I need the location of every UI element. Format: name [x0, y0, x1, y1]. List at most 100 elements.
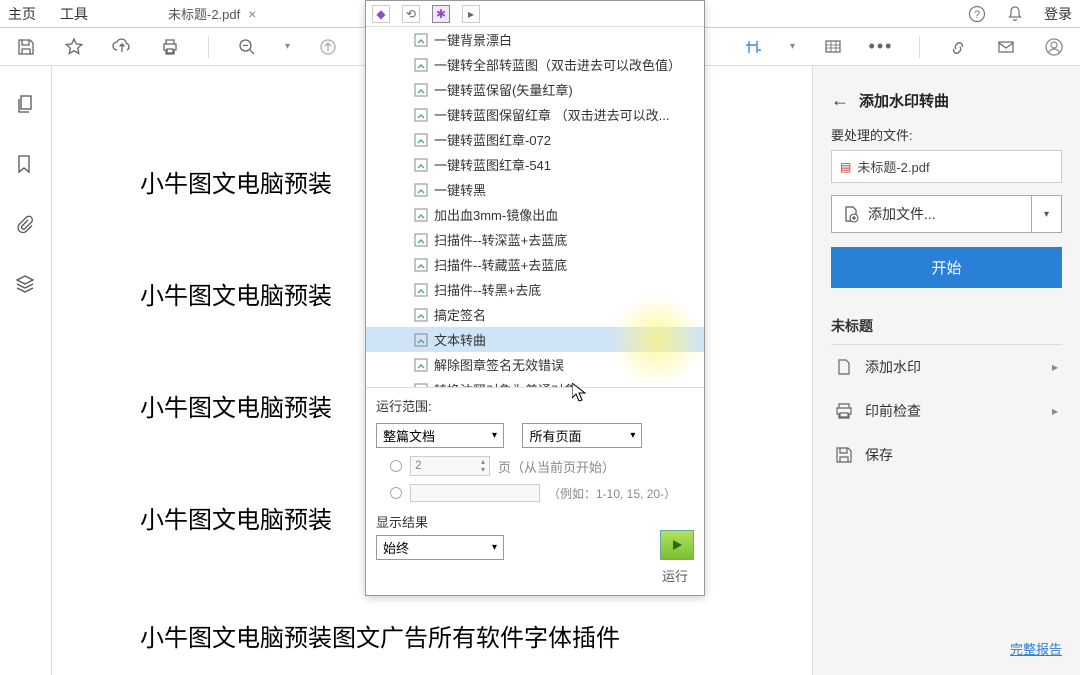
fixup-item[interactable]: 一键转蓝图保留红章 （双击进去可以改...: [366, 102, 704, 127]
bell-icon[interactable]: [1006, 5, 1024, 23]
action-add-watermark[interactable]: 添加水印 ▸: [831, 345, 1062, 389]
chevron-right-icon: ▸: [1052, 360, 1058, 374]
result-label: 显示结果: [376, 512, 650, 531]
tab-home[interactable]: 主页: [8, 4, 36, 24]
fixup-item-label: 一键背景漂白: [434, 30, 512, 49]
page-range-input[interactable]: [410, 484, 540, 502]
page-text-line: 小牛图文电脑预装: [140, 164, 332, 199]
pages-select[interactable]: 所有页面▾: [522, 423, 642, 448]
document-icon: [835, 358, 853, 376]
fixup-item[interactable]: 一键转黑: [366, 177, 704, 202]
popup-nav-prev[interactable]: ◆: [372, 5, 390, 23]
up-arrow-icon[interactable]: [318, 37, 338, 57]
popup-nav-refresh[interactable]: ⟲: [402, 5, 420, 23]
fixup-item-label: 搞定签名: [434, 305, 486, 324]
fixup-item[interactable]: 扫描件--转深蓝+去蓝底: [366, 227, 704, 252]
add-file-icon: [842, 205, 860, 223]
popup-nav-next[interactable]: ▸: [462, 5, 480, 23]
page-count-radio[interactable]: [390, 460, 402, 472]
run-label: 运行: [376, 566, 694, 585]
fixup-item-label: 扫描件--转深蓝+去蓝底: [434, 230, 567, 249]
cloud-upload-icon[interactable]: [112, 37, 132, 57]
close-icon[interactable]: ×: [248, 6, 256, 22]
fixup-item[interactable]: 文本转曲: [366, 327, 704, 352]
files-label: 要处理的文件:: [831, 125, 1062, 144]
fixup-item-label: 一键转蓝图红章-072: [434, 130, 551, 149]
fixup-list[interactable]: 一键背景漂白一键转全部转蓝图（双击进去可以改色值） 一键转蓝保留(矢量红章) 一键转…: [366, 27, 704, 387]
fixup-item-label: 加出血3mm-镜像出血: [434, 205, 558, 224]
save-icon: [835, 446, 853, 464]
star-icon[interactable]: [64, 37, 84, 57]
start-button[interactable]: 开始: [831, 247, 1062, 288]
grid-icon[interactable]: [823, 37, 843, 57]
back-arrow-icon[interactable]: ←: [831, 90, 849, 111]
fixup-item[interactable]: 一键背景漂白: [366, 27, 704, 52]
fixup-item-label: 文本转曲: [434, 330, 486, 349]
page-range-radio[interactable]: [390, 487, 402, 499]
attachment-icon[interactable]: [15, 214, 37, 236]
page-text-line: 小牛图文电脑预装图文广告所有软件字体插件: [140, 618, 620, 653]
pages-icon[interactable]: [15, 94, 37, 116]
section-header: 未标题: [831, 316, 1062, 345]
page-text-line: 小牛图文电脑预装: [140, 276, 332, 311]
fixup-item[interactable]: 一键转蓝保留(矢量红章): [366, 77, 704, 102]
fixup-item-label: 解除图章签名无效错误: [434, 355, 564, 374]
fixup-item[interactable]: 扫描件--转黑+去底: [366, 277, 704, 302]
preflight-popup: ◆ ⟲ ✱ ▸ 一键背景漂白一键转全部转蓝图（双击进去可以改色值） 一键转蓝保留(…: [365, 0, 705, 596]
fixup-item[interactable]: 转换注释对象为普通对象: [366, 377, 704, 387]
fixup-item[interactable]: 一键转全部转蓝图（双击进去可以改色值）: [366, 52, 704, 77]
link-icon[interactable]: [948, 37, 968, 57]
fixup-item[interactable]: 扫描件--转藏蓝+去蓝底: [366, 252, 704, 277]
fixup-item-label: 一键转蓝保留(矢量红章): [434, 80, 573, 99]
page-text-line: 小牛图文电脑预装: [140, 388, 332, 423]
fixup-item[interactable]: 一键转蓝图红章-072: [366, 127, 704, 152]
login-button[interactable]: 登录: [1044, 4, 1072, 24]
action-save[interactable]: 保存: [831, 433, 1062, 477]
add-file-dropdown[interactable]: ▾: [1032, 195, 1062, 233]
crop-icon[interactable]: [742, 37, 762, 57]
popup-toolbar: ◆ ⟲ ✱ ▸: [366, 1, 704, 27]
result-select[interactable]: 始终▾: [376, 535, 504, 560]
file-name: 未标题-2.pdf: [857, 157, 929, 176]
popup-nav-settings[interactable]: ✱: [432, 5, 450, 23]
help-icon[interactable]: ?: [968, 5, 986, 23]
svg-text:?: ?: [974, 9, 980, 21]
fixup-item-label: 扫描件--转藏蓝+去蓝底: [434, 255, 567, 274]
left-sidebar: [0, 66, 52, 675]
layers-icon[interactable]: [15, 274, 37, 296]
panel-title: 添加水印转曲: [859, 90, 949, 111]
fixup-item-label: 一键转黑: [434, 180, 486, 199]
fixup-item-label: 一键转蓝图保留红章 （双击进去可以改...: [434, 105, 669, 124]
scope-select[interactable]: 整篇文档▾: [376, 423, 504, 448]
printer-icon: [835, 402, 853, 420]
fixup-item-label: 转换注释对象为普通对象: [434, 380, 577, 387]
print-icon[interactable]: [160, 37, 180, 57]
more-icon[interactable]: •••: [871, 37, 891, 57]
page-text-line: 小牛图文电脑预装: [140, 500, 332, 535]
fixup-item[interactable]: 搞定签名: [366, 302, 704, 327]
page-count-input[interactable]: 2▴▾: [410, 456, 490, 476]
fixup-item-label: 一键转全部转蓝图（双击进去可以改色值）: [434, 55, 681, 74]
zoom-out-icon[interactable]: [237, 37, 257, 57]
pdf-icon: ▤: [840, 160, 851, 174]
save-icon[interactable]: [16, 37, 36, 57]
action-preflight[interactable]: 印前检查 ▸: [831, 389, 1062, 433]
file-entry[interactable]: ▤ 未标题-2.pdf: [831, 150, 1062, 183]
bookmark-icon[interactable]: [15, 154, 37, 176]
fixup-item[interactable]: 一键转蓝图红章-541: [366, 152, 704, 177]
fixup-item-label: 扫描件--转黑+去底: [434, 280, 541, 299]
right-panel: ← 添加水印转曲 要处理的文件: ▤ 未标题-2.pdf 添加文件... ▾ 开…: [812, 66, 1080, 675]
scope-label: 运行范围:: [376, 396, 694, 415]
add-file-button[interactable]: 添加文件...: [831, 195, 1032, 233]
user-icon[interactable]: [1044, 37, 1064, 57]
fixup-item[interactable]: 解除图章签名无效错误: [366, 352, 704, 377]
mail-icon[interactable]: [996, 37, 1016, 57]
run-button[interactable]: [660, 530, 694, 560]
fixup-item[interactable]: 加出血3mm-镜像出血: [366, 202, 704, 227]
full-report-link[interactable]: 完整报告: [1010, 642, 1062, 657]
document-tab-label: 未标题-2.pdf: [168, 4, 240, 23]
tab-tools[interactable]: 工具: [60, 4, 88, 24]
document-tab[interactable]: 未标题-2.pdf ×: [168, 4, 256, 23]
chevron-right-icon: ▸: [1052, 404, 1058, 418]
fixup-item-label: 一键转蓝图红章-541: [434, 155, 551, 174]
